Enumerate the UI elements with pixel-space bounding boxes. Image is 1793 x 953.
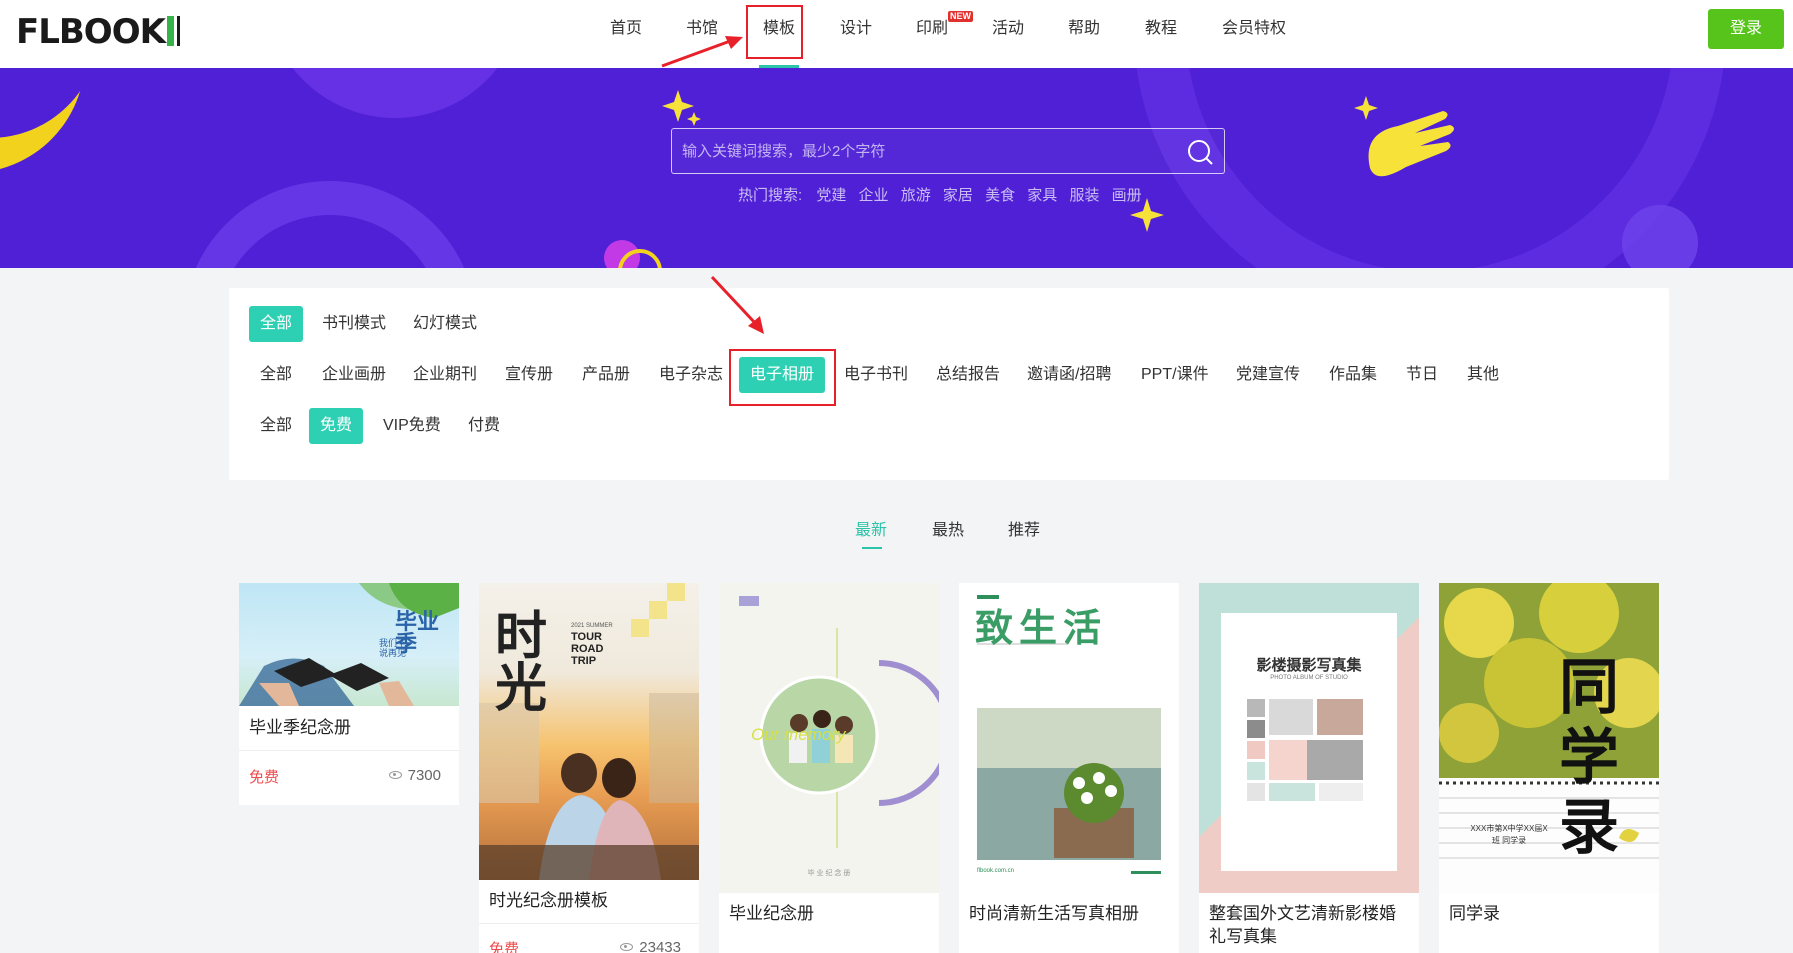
filter-panel: 全部 书刊模式 幻灯模式 全部 企业画册 企业期刊 宣传册 产品册 电子杂志 电… xyxy=(229,288,1669,480)
card-title: 时尚清新生活写真相册 xyxy=(969,904,1139,923)
nav-design[interactable]: 设计 xyxy=(840,0,872,68)
cover-title: 同学录 xyxy=(1559,654,1619,861)
new-badge: NEW xyxy=(948,11,973,22)
hot-term[interactable]: 家居 xyxy=(943,187,973,204)
card-title: 时光纪念册模板 xyxy=(489,891,608,910)
hot-term[interactable]: 画册 xyxy=(1112,187,1142,204)
card-price: 免费 xyxy=(249,769,280,786)
cover-subtitle: flbook.com.cn xyxy=(977,868,1015,874)
filter-price-all[interactable]: 全部 xyxy=(249,408,303,444)
top-header: FLBOOK 首页 书馆 模板 设计 印刷 NEW 活动 帮助 教程 会员特权 … xyxy=(0,0,1793,68)
filter-cat-invitation[interactable]: 邀请函/招聘 xyxy=(1016,357,1122,393)
nav-home[interactable]: 首页 xyxy=(610,0,642,68)
card-thumbnail: 毕业季 我们不说再见 xyxy=(239,583,459,706)
filter-cat-all[interactable]: 全部 xyxy=(249,357,303,393)
template-card-6[interactable]: 同学录 XXX市第X中学XX届X班 同学录 同学录 xyxy=(1439,583,1659,953)
filter-mode-book[interactable]: 书刊模式 xyxy=(311,306,397,342)
filter-cat-brochure[interactable]: 宣传册 xyxy=(494,357,564,393)
card-thumbnail: 同学录 XXX市第X中学XX届X班 同学录 xyxy=(1439,583,1659,893)
annotation-box-ealbum xyxy=(729,349,836,406)
filter-mode-slide[interactable]: 幻灯模式 xyxy=(402,306,488,342)
search-box xyxy=(671,128,1225,174)
card-views: 7300 xyxy=(388,767,441,784)
card-divider xyxy=(479,923,699,924)
hot-term[interactable]: 旅游 xyxy=(901,187,931,204)
card-thumbnail: 影楼摄影写真集 PHOTO ALBUM OF STUDIO xyxy=(1199,583,1419,893)
filter-cat-emagazine[interactable]: 电子杂志 xyxy=(648,357,734,393)
card-views-count: 7300 xyxy=(407,767,441,784)
card-title: 整套国外文艺清新影楼婚礼写真集 xyxy=(1209,904,1396,946)
nav-print[interactable]: 印刷 NEW xyxy=(916,0,973,68)
filter-price-free[interactable]: 免费 xyxy=(309,408,364,444)
filter-price-vip-free[interactable]: VIP免费 xyxy=(372,408,452,444)
logo-bar-green xyxy=(166,16,174,46)
cover-subtitle: XXX市第X中学XX届X班 同学录 xyxy=(1470,824,1548,845)
search-input[interactable] xyxy=(672,129,1172,173)
flbook-logo[interactable]: FLBOOK xyxy=(16,14,180,50)
filter-price-paid[interactable]: 付费 xyxy=(457,408,511,444)
sort-tab-hottest[interactable]: 最热 xyxy=(932,516,964,540)
login-button[interactable]: 登录 xyxy=(1708,9,1784,49)
card-title: 同学录 xyxy=(1449,904,1500,923)
hot-term[interactable]: 服装 xyxy=(1069,187,1099,204)
hero-banner: 热门搜索: 党建 企业 旅游 家居 美食 家具 服装 画册 xyxy=(0,68,1793,268)
sort-tab-indicator xyxy=(862,547,882,549)
filter-cat-portfolio[interactable]: 作品集 xyxy=(1318,357,1388,393)
eye-icon xyxy=(620,943,634,951)
annotation-box-templates xyxy=(746,5,803,59)
cover-title: Our memory xyxy=(751,725,846,744)
template-card-5[interactable]: 影楼摄影写真集 PHOTO ALBUM OF STUDIO 整套国外文艺清新影楼… xyxy=(1199,583,1419,953)
search-icon[interactable] xyxy=(1186,138,1214,166)
template-card-2[interactable]: 时光 2021 SUMMER TOUR ROAD TRIP 时光纪念册模板 免费… xyxy=(479,583,699,953)
template-card-3[interactable]: Our memory 毕 业 纪 念 册 毕业纪念册 xyxy=(719,583,939,953)
filter-cat-other[interactable]: 其他 xyxy=(1456,357,1510,393)
template-card-1[interactable]: 毕业季 我们不说再见 毕业季纪念册 免费 7300 xyxy=(239,583,459,805)
logo-bar-black xyxy=(176,16,180,46)
cover-title: 时光 xyxy=(495,608,548,718)
filter-cat-company-journal[interactable]: 企业期刊 xyxy=(402,357,488,393)
card-views: 23433 xyxy=(620,939,681,953)
filter-cat-party[interactable]: 党建宣传 xyxy=(1225,357,1311,393)
sort-tab-recommended[interactable]: 推荐 xyxy=(1008,516,1040,540)
eye-icon xyxy=(388,771,402,779)
card-thumbnail: 时光 2021 SUMMER TOUR ROAD TRIP xyxy=(479,583,699,880)
card-thumbnail: 致生活 flbook.com.cn xyxy=(959,583,1179,893)
cover-subtitle: 我们不说再见 xyxy=(379,638,407,658)
filter-mode-all[interactable]: 全部 xyxy=(249,306,304,342)
cover-year: 2021 SUMMER xyxy=(571,623,613,629)
sort-tab-newest[interactable]: 最新 xyxy=(855,516,887,540)
card-divider xyxy=(239,750,459,751)
hot-term[interactable]: 企业 xyxy=(859,187,889,204)
card-title: 毕业纪念册 xyxy=(729,904,814,923)
cover-subtitle: 毕 业 纪 念 册 xyxy=(807,870,851,877)
filter-cat-company-album[interactable]: 企业画册 xyxy=(311,357,397,393)
cover-title: 影楼摄影写真集 xyxy=(1256,657,1362,674)
hot-searches: 热门搜索: 党建 企业 旅游 家居 美食 家具 服装 画册 xyxy=(738,184,1150,205)
hot-term[interactable]: 党建 xyxy=(816,187,846,204)
card-thumbnail: Our memory 毕 业 纪 念 册 xyxy=(719,583,939,893)
nav-tutorials[interactable]: 教程 xyxy=(1145,0,1177,68)
card-price: 免费 xyxy=(489,941,520,953)
cover-subtitle: PHOTO ALBUM OF STUDIO xyxy=(1270,675,1348,681)
filter-cat-product[interactable]: 产品册 xyxy=(571,357,641,393)
template-card-4[interactable]: 致生活 flbook.com.cn 时尚清新生活写真相册 xyxy=(959,583,1179,953)
nav-library[interactable]: 书馆 xyxy=(686,0,718,68)
nav-vip[interactable]: 会员特权 xyxy=(1222,0,1286,68)
filter-cat-report[interactable]: 总结报告 xyxy=(925,357,1011,393)
hot-term[interactable]: 美食 xyxy=(985,187,1015,204)
nav-activities[interactable]: 活动 xyxy=(992,0,1024,68)
cover-subtitle: TOUR ROAD TRIP xyxy=(571,631,604,667)
filter-cat-holiday[interactable]: 节日 xyxy=(1395,357,1449,393)
cover-title: 致生活 xyxy=(975,608,1108,650)
filter-cat-ebook[interactable]: 电子书刊 xyxy=(833,357,919,393)
studio-illustration xyxy=(1221,613,1397,871)
logo-text: FLBOOK xyxy=(16,12,166,52)
card-title: 毕业季纪念册 xyxy=(249,718,351,737)
card-views-count: 23433 xyxy=(639,939,681,953)
nav-help[interactable]: 帮助 xyxy=(1068,0,1100,68)
nav-print-label: 印刷 xyxy=(916,20,949,37)
hot-term[interactable]: 家具 xyxy=(1027,187,1057,204)
filter-cat-ppt[interactable]: PPT/课件 xyxy=(1130,357,1220,393)
hot-searches-label: 热门搜索: xyxy=(738,187,803,204)
